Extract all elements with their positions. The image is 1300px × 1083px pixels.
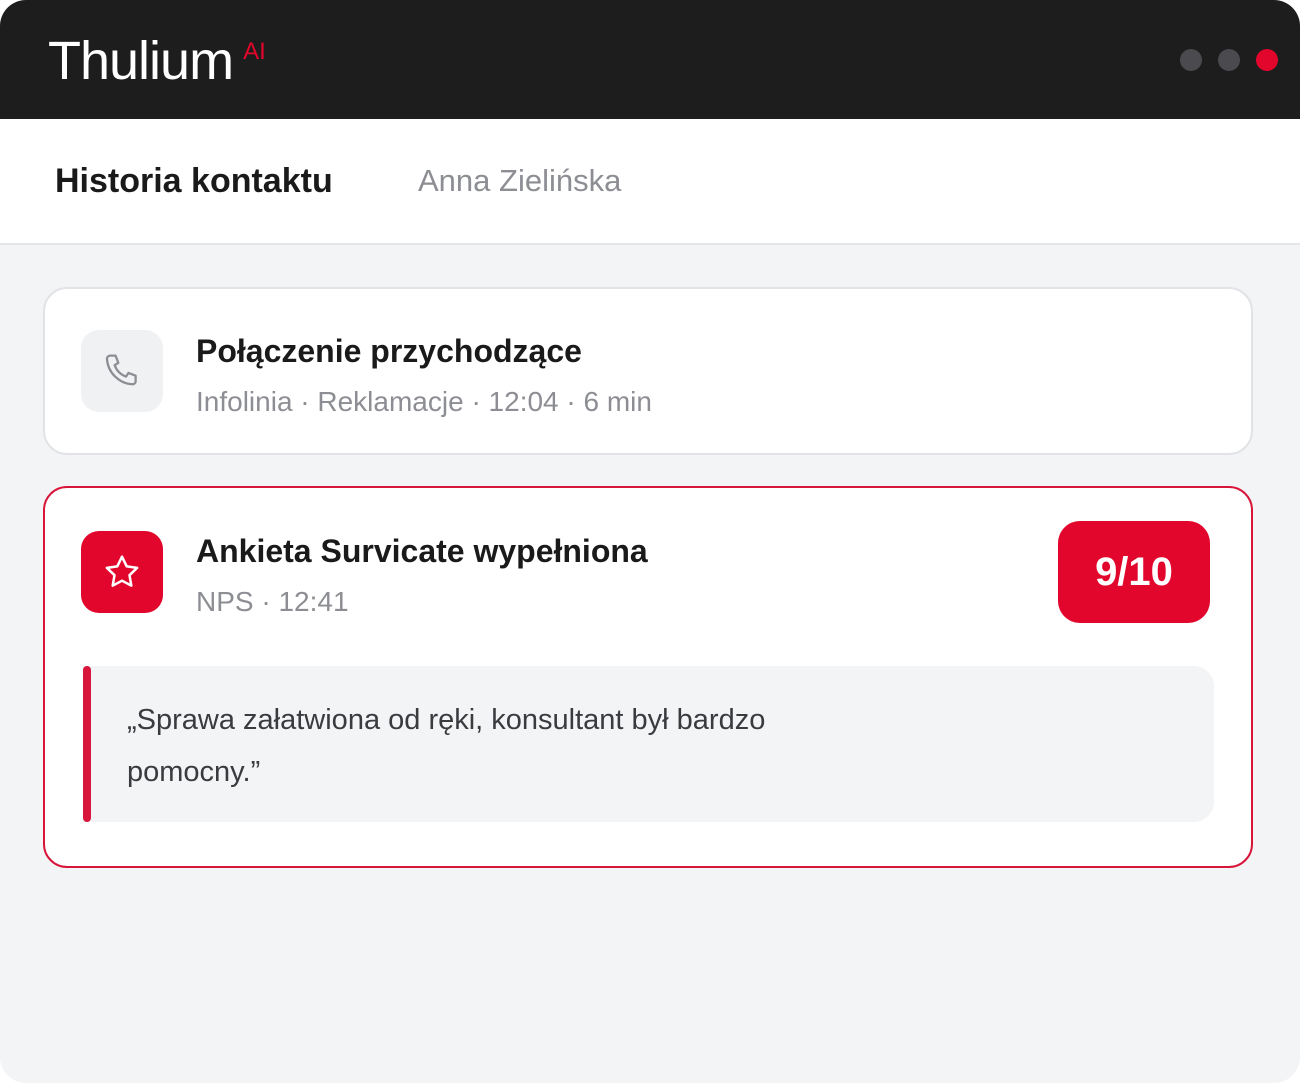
quote-accent-bar (83, 666, 91, 822)
timeline-item-survey[interactable]: Ankieta Survicate wypełniona NPS · 12:41… (43, 486, 1253, 868)
survey-icon-box (81, 531, 163, 613)
window-dot-1[interactable] (1180, 49, 1202, 71)
call-icon-box (81, 330, 163, 412)
timeline-item-call[interactable]: Połączenie przychodzące Infolinia · Rekl… (43, 287, 1253, 455)
survey-meta: NPS · 12:41 (196, 586, 349, 617)
call-title: Połączenie przychodzące (196, 333, 582, 369)
window-dot-close[interactable] (1256, 49, 1278, 71)
star-icon (105, 555, 139, 587)
quote-text: „Sprawa załatwiona od ręki, konsultant b… (127, 704, 766, 788)
page-header: Historia kontaktu Anna Zielińska (0, 119, 1300, 245)
title-bar: Thulium AI (0, 0, 1300, 119)
contact-name: Anna Zielińska (418, 163, 622, 198)
page-title: Historia kontaktu (55, 162, 333, 200)
call-meta: Infolinia · Reklamacje · 12:04 · 6 min (196, 386, 652, 417)
nps-score-badge: 9/10 (1058, 521, 1210, 623)
brand-name: Thulium (48, 31, 234, 91)
survey-quote: „Sprawa załatwiona od ręki, konsultant b… (83, 666, 1214, 822)
window-dot-2[interactable] (1218, 49, 1240, 71)
window-controls (1180, 49, 1278, 71)
brand-ai-badge: AI (243, 38, 266, 65)
phone-icon (105, 354, 137, 386)
app-window: Thulium AI Historia kontaktu Anna Zieliń… (0, 0, 1300, 1083)
brand-logo: Thulium AI (48, 30, 266, 92)
survey-title: Ankieta Survicate wypełniona (196, 533, 648, 569)
